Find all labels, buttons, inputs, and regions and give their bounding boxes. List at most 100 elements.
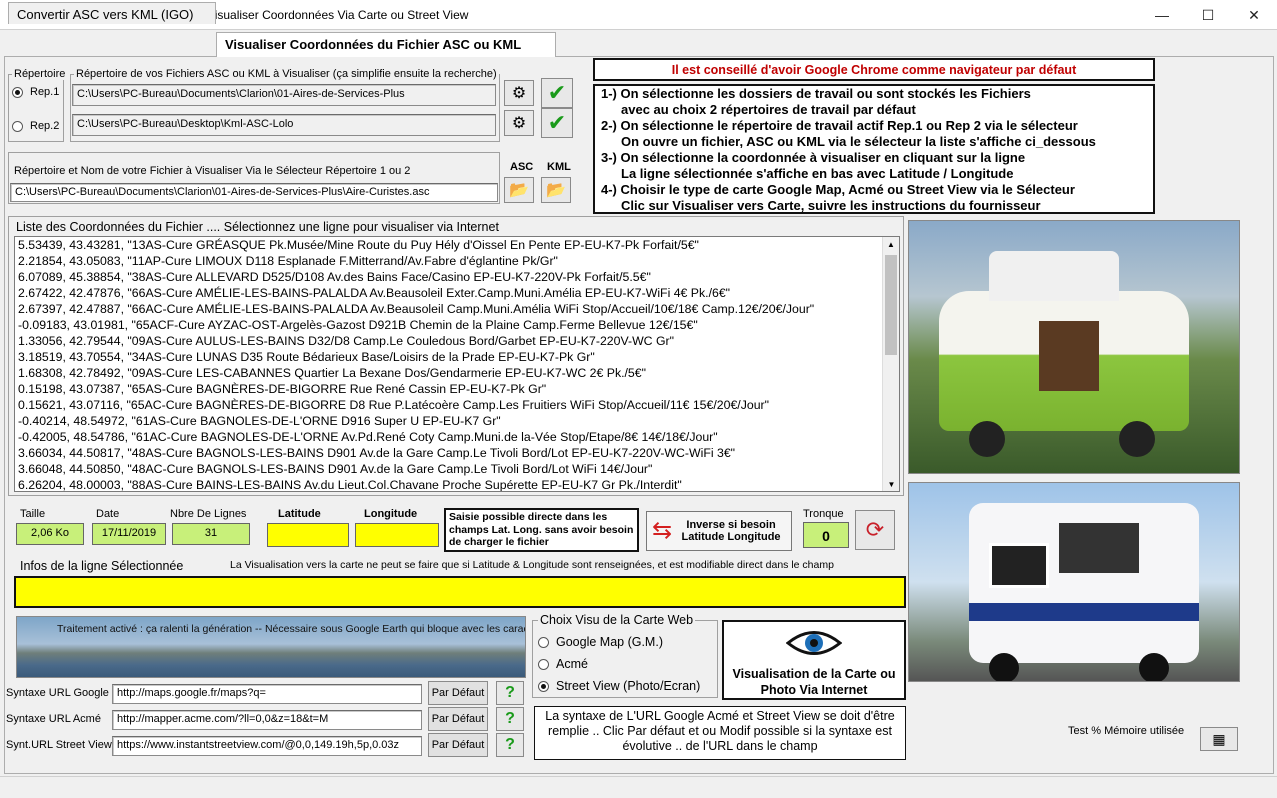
latitude-field[interactable] — [267, 523, 349, 547]
vw-van-photo — [908, 220, 1240, 474]
map-choice-label: Choix Visu de la Carte Web — [538, 613, 696, 627]
list-item[interactable]: 2.67422, 42.47876, "66AS-Cure AMÉLIE-LES… — [15, 285, 881, 301]
google-default-button[interactable]: Par Défaut — [428, 681, 488, 705]
instruction-line: 4-) Choisir le type de carte Google Map,… — [601, 182, 1075, 197]
folder-tree-icon[interactable]: ⚙ — [504, 110, 534, 136]
list-item[interactable]: 1.33056, 42.79544, "09AS-Cure AULUS-LES-… — [15, 333, 881, 349]
street-view-radio[interactable] — [538, 681, 549, 692]
tab-visualiser[interactable]: Visualiser Coordonnées du Fichier ASC ou… — [216, 32, 556, 57]
maximize-icon[interactable]: ☐ — [1185, 0, 1231, 30]
help-icon[interactable]: ? — [496, 707, 524, 731]
google-url-field[interactable]: http://maps.google.fr/maps?q= — [112, 684, 422, 704]
file-group-label: Répertoire et Nom de votre Fichier à Vis… — [14, 165, 411, 177]
list-item[interactable]: 0.15621, 43.07116, "65AC-Cure BAGNÈRES-D… — [15, 397, 881, 413]
open-kml-folder-icon[interactable]: 📂 — [541, 177, 571, 203]
rep2-radio[interactable] — [12, 121, 23, 132]
list-item[interactable]: -0.42005, 48.54786, "61AC-Cure BAGNOLES-… — [15, 429, 881, 445]
instructions-box: 1-) On sélectionne les dossiers de trava… — [593, 84, 1155, 214]
visualise-label: Visualisation de la Carte ou Photo Via I… — [732, 667, 896, 697]
tab-convertir[interactable]: Convertir ASC vers KML (IGO) — [8, 2, 216, 24]
tronque-label: Tronque — [803, 508, 844, 520]
coordinates-list[interactable]: 5.53439, 43.43281, "13AS-Cure GRÉASQUE P… — [14, 236, 900, 492]
eye-icon — [785, 628, 843, 658]
street-default-button[interactable]: Par Défaut — [428, 733, 488, 757]
rep2-label: Rep.2 — [30, 120, 60, 132]
folders-group-label: Répertoire de vos Fichiers ASC ou KML à … — [74, 68, 499, 80]
list-item[interactable]: -0.09183, 43.01981, "65ACF-Cure AYZAC-OS… — [15, 317, 881, 333]
instruction-line: 3-) On sélectionne la coordonnée à visua… — [601, 150, 1026, 165]
google-map-radio[interactable] — [538, 637, 549, 648]
syntax-note: La syntaxe de L'URL Google Acmé et Stree… — [534, 706, 906, 760]
check-icon[interactable]: ✔ — [541, 78, 573, 108]
memory-chip-icon[interactable]: ▦ — [1200, 727, 1238, 751]
instruction-line: 2-) On sélectionne le répertoire de trav… — [601, 118, 1078, 133]
date-label: Date — [96, 508, 120, 520]
list-item[interactable]: -0.40214, 48.54972, "61AS-Cure BAGNOLES-… — [15, 413, 881, 429]
info-label: Infos de la ligne Sélectionnée — [20, 559, 184, 573]
instruction-line: Clic sur Visualiser vers Carte, suivre l… — [621, 198, 1041, 213]
list-item[interactable]: 2.67397, 42.47887, "66AC-Cure AMÉLIE-LES… — [15, 301, 881, 317]
list-item[interactable]: 3.66034, 44.50817, "48AS-Cure BAGNOLS-LE… — [15, 445, 881, 461]
taille-value: 2,06 Ko — [16, 523, 84, 545]
banner-text: Traitement activé : ça ralenti la généra… — [57, 623, 525, 635]
repertoire-label: Répertoire — [12, 68, 68, 80]
close-icon[interactable]: ✕ — [1231, 0, 1277, 30]
scroll-down-icon[interactable]: ▼ — [883, 480, 899, 489]
acme-url-field[interactable]: http://mapper.acme.com/?ll=0,0&z=18&t=M — [112, 710, 422, 730]
street-view-option: Street View (Photo/Ecran) — [556, 679, 701, 693]
street-url-field[interactable]: https://www.instantstreetview.com/@0,0,1… — [112, 736, 422, 756]
instruction-line: On ouvre un fichier, ASC ou KML via le s… — [621, 134, 1096, 149]
rep1-label: Rep.1 — [30, 86, 60, 98]
list-item[interactable]: 2.21854, 43.05083, "11AP-Cure LIMOUX D11… — [15, 253, 881, 269]
inverse-button[interactable]: ⇆ Inverse si besoin Latitude Longitude — [646, 511, 792, 551]
list-item[interactable]: 5.53439, 43.43281, "13AS-Cure GRÉASQUE P… — [15, 237, 881, 253]
saisie-note: Saisie possible directe dans les champs … — [444, 508, 639, 552]
list-item[interactable]: 6.26204, 48.00003, "88AS-Cure BAINS-LES-… — [15, 477, 881, 491]
list-item[interactable]: 3.18519, 43.70554, "34AS-Cure LUNAS D35 … — [15, 349, 881, 365]
scroll-up-icon[interactable]: ▲ — [883, 237, 899, 249]
street-url-label: Synt.URL Street View — [6, 739, 112, 751]
reset-icon[interactable]: ⟳ — [855, 510, 895, 550]
latitude-label: Latitude — [278, 508, 321, 520]
minimize-icon[interactable]: — — [1139, 0, 1185, 30]
instruction-line: 1-) On sélectionne les dossiers de trava… — [601, 86, 1031, 101]
taille-label: Taille — [20, 508, 46, 520]
help-icon[interactable]: ? — [496, 733, 524, 757]
instruction-line: La ligne sélectionnée s'affiche en bas a… — [621, 166, 1014, 181]
asc-label: ASC — [510, 161, 534, 173]
file-path-field[interactable]: C:\Users\PC-Bureau\Documents\Clarion\01-… — [10, 183, 498, 202]
acme-url-label: Syntaxe URL Acmé — [6, 713, 101, 725]
rep2-path-field[interactable]: C:\Users\PC-Bureau\Desktop\Kml-ASC-Lolo — [72, 114, 496, 136]
acme-default-button[interactable]: Par Défaut — [428, 707, 488, 731]
list-scrollbar[interactable]: ▲ ▼ — [882, 237, 899, 491]
list-item[interactable]: 6.07089, 45.38854, "38AS-Cure ALLEVARD D… — [15, 269, 881, 285]
open-asc-folder-icon[interactable]: 📂 — [504, 177, 534, 203]
list-item[interactable]: 0.15198, 43.07387, "65AS-Cure BAGNÈRES-D… — [15, 381, 881, 397]
advice-banner: Il est conseillé d'avoir Google Chrome c… — [593, 58, 1155, 81]
help-icon[interactable]: ? — [496, 681, 524, 705]
date-value: 17/11/2019 — [92, 523, 166, 545]
scroll-thumb[interactable] — [885, 255, 897, 355]
folder-tree-icon[interactable]: ⚙ — [504, 80, 534, 106]
longitude-label: Longitude — [364, 508, 418, 520]
swap-arrows-icon: ⇆ — [651, 517, 673, 544]
check-icon[interactable]: ✔ — [541, 108, 573, 138]
inverse-label: Inverse si besoin Latitude Longitude — [681, 519, 781, 543]
status-bar — [0, 776, 1277, 798]
google-map-option: Google Map (G.M.) — [556, 635, 663, 649]
acme-radio[interactable] — [538, 659, 549, 670]
acme-option: Acmé — [556, 657, 588, 671]
google-url-label: Syntaxe URL Google — [6, 687, 109, 699]
longitude-field[interactable] — [355, 523, 439, 547]
tronque-value: 0 — [803, 522, 849, 548]
rep1-path-field[interactable]: C:\Users\PC-Bureau\Documents\Clarion\01-… — [72, 84, 496, 106]
list-item[interactable]: 3.66048, 44.50850, "48AC-Cure BAGNOLS-LE… — [15, 461, 881, 477]
selected-line-field[interactable] — [14, 576, 906, 608]
visualise-button[interactable]: Visualisation de la Carte ou Photo Via I… — [722, 620, 906, 700]
list-label: Liste des Coordonnées du Fichier .... Sé… — [16, 220, 499, 234]
list-item[interactable]: 1.68308, 42.78492, "09AS-Cure LES-CABANN… — [15, 365, 881, 381]
memory-label: Test % Mémoire utilisée — [1068, 725, 1185, 737]
motorhome-photo — [908, 482, 1240, 682]
instruction-line: avec au choix 2 répertoires de travail p… — [621, 102, 916, 117]
rep1-radio[interactable] — [12, 87, 23, 98]
